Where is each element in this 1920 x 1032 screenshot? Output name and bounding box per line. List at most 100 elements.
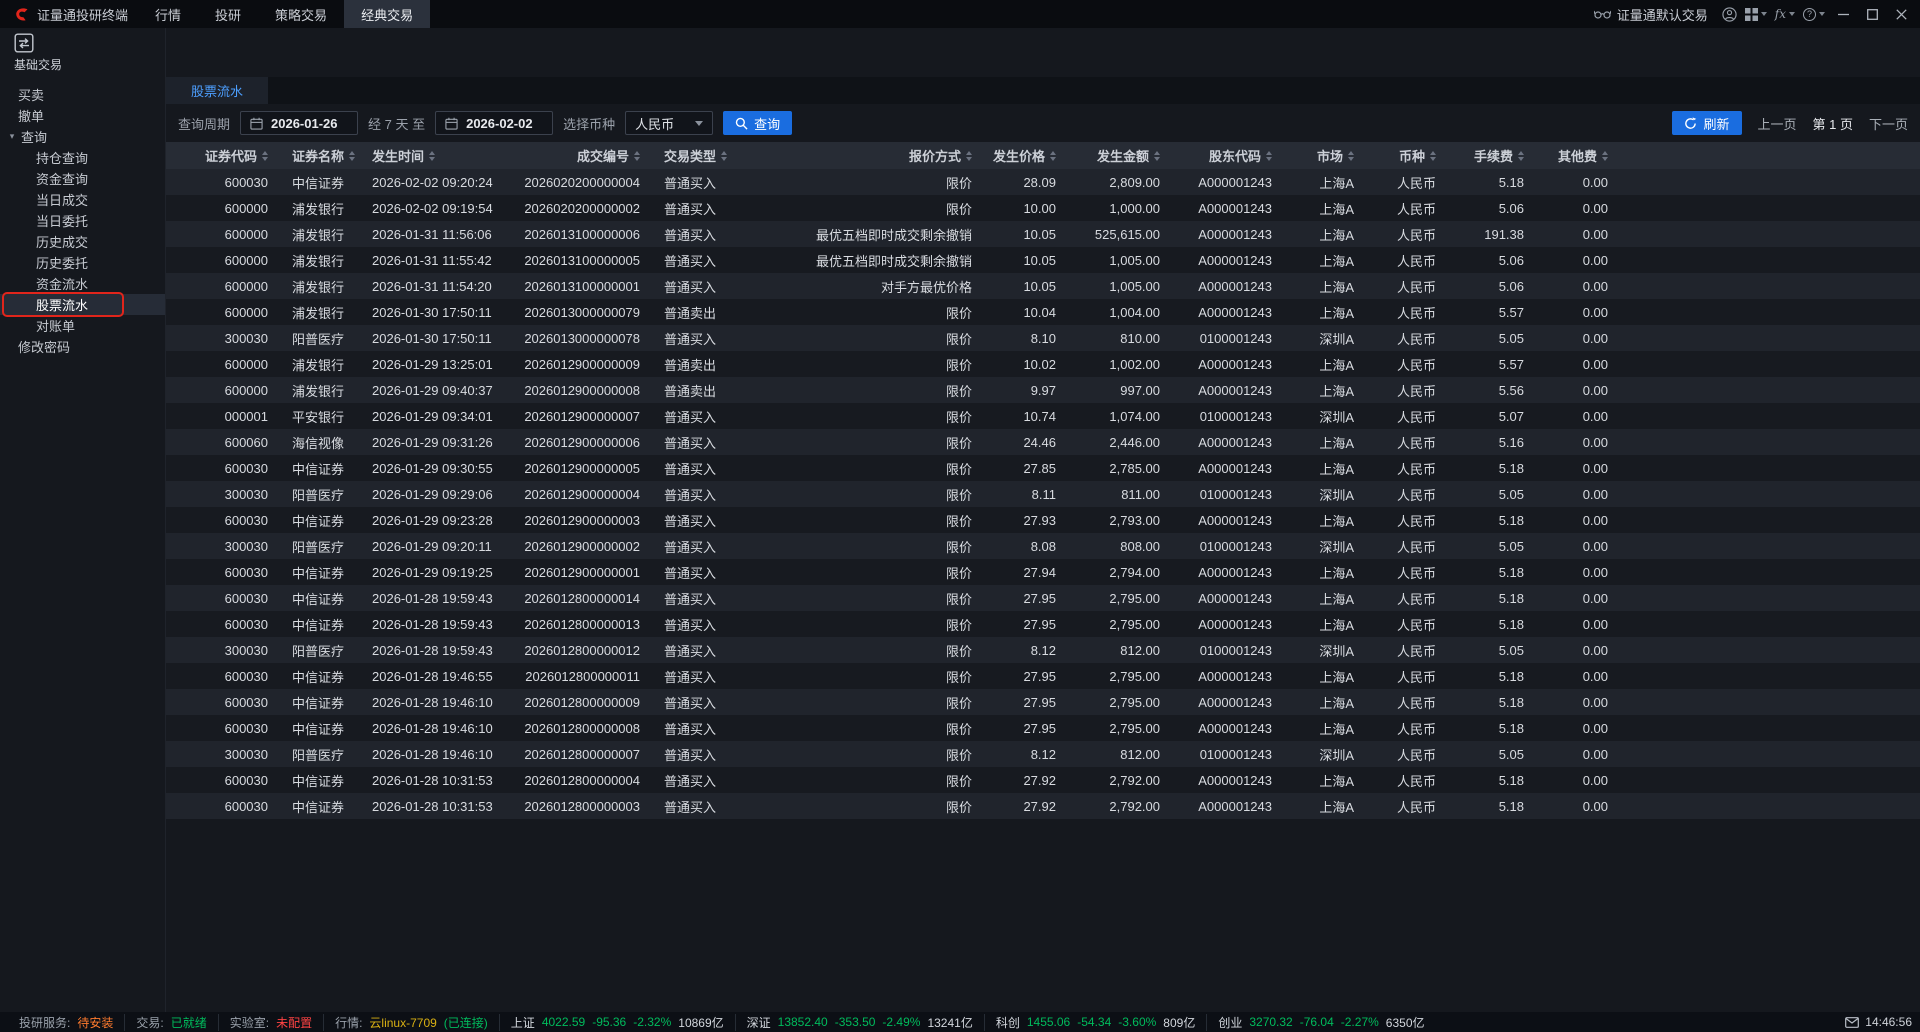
mail-icon[interactable] (1845, 1017, 1859, 1028)
app-brand[interactable]: 证量通投研终端 (4, 0, 138, 28)
minimize-button[interactable] (1829, 0, 1858, 28)
table-row[interactable]: 600000浦发银行2026-01-31 11:55:4220260131000… (166, 247, 1920, 273)
table-row[interactable]: 600030中信证券2026-01-29 09:19:2520260129000… (166, 559, 1920, 585)
sort-icon[interactable] (349, 151, 355, 161)
tab-stock-flow[interactable]: 股票流水 (166, 77, 268, 104)
cell-trade-no: 2026012800000007 (510, 741, 652, 767)
next-page-button[interactable]: 下一页 (1869, 114, 1908, 133)
index-chinext[interactable]: 创业3270.32-76.04-2.27%6350亿 (1206, 1014, 1435, 1031)
toolbox-basic-trade[interactable]: 基础交易 (0, 28, 165, 78)
sort-icon[interactable] (429, 151, 435, 161)
column-header-trade-type[interactable]: 交易类型 (652, 142, 744, 169)
layout-menu-button[interactable] (1741, 0, 1771, 28)
column-header-trade-no[interactable]: 成交编号 (510, 142, 652, 169)
menu-item-research[interactable]: 投研 (198, 0, 258, 28)
sidebar-item-today-orders[interactable]: 当日委托 (0, 210, 165, 231)
table-row[interactable]: 600030中信证券2026-01-28 19:46:1020260128000… (166, 689, 1920, 715)
search-button[interactable]: 查询 (723, 111, 792, 135)
column-header-other-fee[interactable]: 其他费 (1536, 142, 1620, 169)
column-header-fee[interactable]: 手续费 (1448, 142, 1536, 169)
sort-icon[interactable] (1602, 151, 1608, 161)
column-header-market[interactable]: 市场 (1284, 142, 1366, 169)
table-row[interactable]: 600060海信视像2026-01-29 09:31:2620260129000… (166, 429, 1920, 455)
sort-icon[interactable] (262, 151, 268, 161)
column-header-name[interactable]: 证券名称 (280, 142, 360, 169)
sort-icon[interactable] (1266, 151, 1272, 161)
index-star[interactable]: 科创1455.06-54.34-3.60%809亿 (984, 1014, 1207, 1031)
end-date-input[interactable]: 2026-02-02 (435, 111, 553, 135)
sort-icon[interactable] (1518, 151, 1524, 161)
formula-menu-button[interactable]: fx (1771, 0, 1799, 28)
app-logo-icon (14, 6, 30, 22)
sort-icon[interactable] (634, 151, 640, 161)
sidebar-item-query[interactable]: ▾查询 (0, 126, 165, 147)
sort-icon[interactable] (1348, 151, 1354, 161)
cell-holder-code: A000001243 (1172, 611, 1284, 637)
column-header-amount[interactable]: 发生金额 (1068, 142, 1172, 169)
cell-trade-no: 2026012800000011 (510, 663, 652, 689)
refresh-button[interactable]: 刷新 (1672, 111, 1741, 135)
prev-page-button[interactable]: 上一页 (1758, 114, 1797, 133)
table-row[interactable]: 600030中信证券2026-01-28 19:59:4320260128000… (166, 611, 1920, 637)
column-header-holder-code[interactable]: 股东代码 (1172, 142, 1284, 169)
sort-icon[interactable] (1050, 151, 1056, 161)
column-header-code[interactable]: 证券代码 (166, 142, 280, 169)
table-row[interactable]: 600000浦发银行2026-01-29 09:40:3720260129000… (166, 377, 1920, 403)
table-row[interactable]: 600030中信证券2026-01-28 19:46:1020260128000… (166, 715, 1920, 741)
table-row[interactable]: 300030阳普医疗2026-01-28 19:46:1020260128000… (166, 741, 1920, 767)
sidebar-item-fund-query[interactable]: 资金查询 (0, 168, 165, 189)
cell-fee: 5.05 (1448, 637, 1536, 663)
table-row[interactable]: 600030中信证券2026-01-28 10:31:5320260128000… (166, 767, 1920, 793)
account-switcher[interactable]: 证量通默认交易 (1584, 0, 1718, 28)
sort-icon[interactable] (1430, 151, 1436, 161)
column-header-currency[interactable]: 币种 (1366, 142, 1448, 169)
start-date-input[interactable]: 2026-01-26 (240, 111, 358, 135)
table-row[interactable]: 300030阳普医疗2026-01-30 17:50:1120260130000… (166, 325, 1920, 351)
table-row[interactable]: 600030中信证券2026-01-29 09:30:5520260129000… (166, 455, 1920, 481)
sort-icon[interactable] (966, 151, 972, 161)
table-row[interactable]: 300030阳普医疗2026-01-29 09:29:0620260129000… (166, 481, 1920, 507)
cell-fee: 5.18 (1448, 507, 1536, 533)
menu-item-quotes[interactable]: 行情 (138, 0, 198, 28)
table-row[interactable]: 600030中信证券2026-01-28 19:59:4320260128000… (166, 585, 1920, 611)
sort-icon[interactable] (1154, 151, 1160, 161)
sidebar-item-today-deals[interactable]: 当日成交 (0, 189, 165, 210)
cell-price: 27.94 (984, 559, 1068, 585)
column-header-price-mode[interactable]: 报价方式 (744, 142, 984, 169)
sidebar-item-fund-flow[interactable]: 资金流水 (0, 273, 165, 294)
cell-time: 2026-01-30 17:50:11 (360, 299, 510, 325)
index-sz[interactable]: 深证13852.40-353.50-2.49%13241亿 (735, 1014, 984, 1031)
user-button[interactable] (1718, 0, 1741, 28)
table-row[interactable]: 600000浦发银行2026-02-02 09:19:5420260202000… (166, 195, 1920, 221)
table-row[interactable]: 600030中信证券2026-01-28 10:31:5320260128000… (166, 793, 1920, 819)
table-row[interactable]: 600000浦发银行2026-01-31 11:56:0620260131000… (166, 221, 1920, 247)
sidebar-item-statement[interactable]: 对账单 (0, 315, 165, 336)
sidebar-item-change-password[interactable]: 修改密码 (0, 336, 165, 357)
help-menu-button[interactable]: ? (1799, 0, 1829, 28)
sidebar-item-stock-flow[interactable]: 股票流水 (0, 294, 165, 315)
menu-item-strategy-trade[interactable]: 策略交易 (258, 0, 344, 28)
table-row[interactable]: 600030中信证券2026-01-28 19:46:5520260128000… (166, 663, 1920, 689)
table-row[interactable]: 600000浦发银行2026-01-30 17:50:1120260130000… (166, 299, 1920, 325)
table-row[interactable]: 600000浦发银行2026-01-29 13:25:0120260129000… (166, 351, 1920, 377)
table-row[interactable]: 600030中信证券2026-01-29 09:23:2820260129000… (166, 507, 1920, 533)
sidebar-item-buy-sell[interactable]: 买卖 (0, 84, 165, 105)
menu-item-classic-trade[interactable]: 经典交易 (344, 0, 430, 28)
sidebar-item-history-orders[interactable]: 历史委托 (0, 252, 165, 273)
sort-icon[interactable] (721, 151, 727, 161)
maximize-button[interactable] (1858, 0, 1887, 28)
close-button[interactable] (1887, 0, 1916, 28)
table-row[interactable]: 600000浦发银行2026-01-31 11:54:2020260131000… (166, 273, 1920, 299)
table-row[interactable]: 000001平安银行2026-01-29 09:34:0120260129000… (166, 403, 1920, 429)
sidebar-item-history-deals[interactable]: 历史成交 (0, 231, 165, 252)
column-header-price[interactable]: 发生价格 (984, 142, 1068, 169)
sidebar-item-position-query[interactable]: 持仓查询 (0, 147, 165, 168)
column-header-time[interactable]: 发生时间 (360, 142, 510, 169)
index-sh[interactable]: 上证4022.59-95.36-2.32%10869亿 (499, 1014, 735, 1031)
cell-other-fee: 0.00 (1536, 429, 1620, 455)
table-row[interactable]: 300030阳普医疗2026-01-28 19:59:4320260128000… (166, 637, 1920, 663)
currency-select[interactable]: 人民币 (625, 111, 713, 135)
sidebar-item-cancel-order[interactable]: 撤单 (0, 105, 165, 126)
table-row[interactable]: 300030阳普医疗2026-01-29 09:20:1120260129000… (166, 533, 1920, 559)
table-row[interactable]: 600030中信证券2026-02-02 09:20:2420260202000… (166, 169, 1920, 195)
